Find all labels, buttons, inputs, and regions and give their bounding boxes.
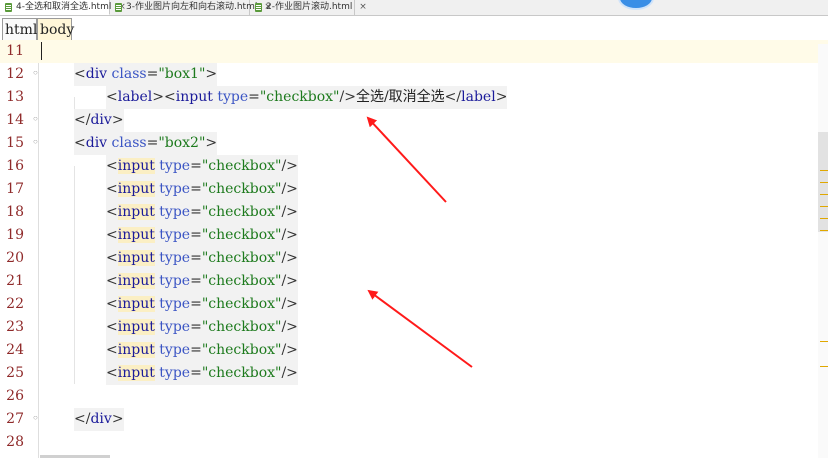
line-number: 17 (6, 181, 24, 197)
line-number: 27 (6, 411, 24, 427)
editor-tab-bar: 4-全选和取消全选.html × 3-作业图片向左和向右滚动.html × 2-… (0, 0, 828, 16)
code-line[interactable]: 16 <input type="checkbox"/> (0, 155, 828, 178)
code-line[interactable]: 25 <input type="checkbox"/> (0, 362, 828, 385)
line-number: 15 (6, 135, 24, 151)
code-line[interactable]: 22 <input type="checkbox"/> (0, 293, 828, 316)
fold-marker-icon[interactable]: ○ (33, 414, 39, 422)
text-caret (41, 42, 42, 60)
scroll-marker (820, 366, 828, 367)
code-text: </div> (74, 408, 124, 431)
scroll-marker (820, 170, 828, 171)
code-line[interactable]: 20 <input type="checkbox"/> (0, 247, 828, 270)
code-line[interactable]: 19 <input type="checkbox"/> (0, 224, 828, 247)
code-line[interactable]: 26 (0, 385, 828, 408)
tab-image-scroll[interactable]: 2-作业图片滚动.html × (250, 0, 367, 15)
code-text: <input type="checkbox"/> (106, 155, 298, 178)
line-number: 19 (6, 227, 24, 243)
breadcrumb-html[interactable]: html (2, 18, 37, 42)
code-text: </div> (74, 109, 124, 132)
line-number: 12 (6, 66, 24, 82)
code-text: <input type="checkbox"/> (106, 270, 298, 293)
code-text: <input type="checkbox"/> (106, 316, 298, 339)
code-text: <div class="box2"> (74, 132, 218, 155)
code-text: <input type="checkbox"/> (106, 224, 298, 247)
code-line[interactable]: 14 ○ </div> (0, 109, 828, 132)
code-line[interactable]: 18 <input type="checkbox"/> (0, 201, 828, 224)
scroll-marker (820, 194, 828, 195)
floating-assistant-icon[interactable] (620, 0, 652, 8)
code-line[interactable]: 21 <input type="checkbox"/> (0, 270, 828, 293)
line-number: 23 (6, 319, 24, 335)
scroll-marker (820, 182, 828, 183)
fold-marker-icon[interactable]: ○ (33, 69, 39, 77)
breadcrumb-body[interactable]: body (37, 18, 74, 42)
code-text: <input type="checkbox"/> (106, 247, 298, 270)
line-number: 24 (6, 342, 24, 358)
line-number: 20 (6, 250, 24, 266)
code-editor[interactable]: 11 12 ○ <div class="box1"> 13 <label><in… (0, 40, 828, 458)
code-line[interactable]: 28 (0, 431, 828, 454)
code-text: <input type="checkbox"/> (106, 293, 298, 316)
line-number: 22 (6, 296, 24, 312)
html-file-icon (5, 3, 12, 12)
line-number: 16 (6, 158, 24, 174)
tab-label: 4-全选和取消全选.html (16, 2, 112, 12)
code-text: <div class="box1"> (74, 63, 218, 86)
fold-marker-icon[interactable]: ○ (33, 138, 39, 146)
vertical-scrollbar[interactable] (818, 44, 828, 458)
code-line[interactable]: 23 <input type="checkbox"/> (0, 316, 828, 339)
line-number: 21 (6, 273, 24, 289)
tab-label: 2-作业图片滚动.html (266, 2, 353, 12)
html-file-icon (255, 3, 262, 12)
line-number: 26 (6, 388, 24, 404)
code-line[interactable]: 12 ○ <div class="box1"> (0, 63, 828, 86)
line-number: 11 (6, 43, 24, 59)
code-text: <input type="checkbox"/> (106, 178, 298, 201)
line-number: 25 (6, 365, 24, 381)
code-line[interactable]: 27 ○ </div> (0, 408, 828, 431)
code-text: <label><input type="checkbox"/>全选/取消全选</… (106, 86, 508, 109)
tab-select-all[interactable]: 4-全选和取消全选.html × (0, 0, 126, 15)
line-number: 28 (6, 434, 24, 450)
code-line[interactable]: 24 <input type="checkbox"/> (0, 339, 828, 362)
close-icon[interactable]: × (359, 2, 367, 12)
scroll-marker (820, 218, 828, 219)
scroll-marker (820, 341, 828, 342)
code-text: <input type="checkbox"/> (106, 339, 298, 362)
html-file-icon (115, 3, 122, 12)
code-line[interactable]: 11 (0, 40, 828, 63)
fold-marker-icon[interactable]: ○ (33, 115, 39, 123)
code-line[interactable]: 17 <input type="checkbox"/> (0, 178, 828, 201)
scroll-marker (820, 206, 828, 207)
scroll-marker (820, 230, 828, 231)
tab-label: 3-作业图片向左和向右滚动.html (126, 2, 258, 12)
code-text: <input type="checkbox"/> (106, 362, 298, 385)
line-number: 13 (6, 89, 24, 105)
code-line[interactable]: 13 <label><input type="checkbox"/>全选/取消全… (0, 86, 828, 109)
line-number: 14 (6, 112, 24, 128)
code-text: <input type="checkbox"/> (106, 201, 298, 224)
line-number: 18 (6, 204, 24, 220)
code-line[interactable]: 15 ○ <div class="box2"> (0, 132, 828, 155)
tab-image-scroll-left-right[interactable]: 3-作业图片向左和向右滚动.html × (110, 0, 272, 15)
